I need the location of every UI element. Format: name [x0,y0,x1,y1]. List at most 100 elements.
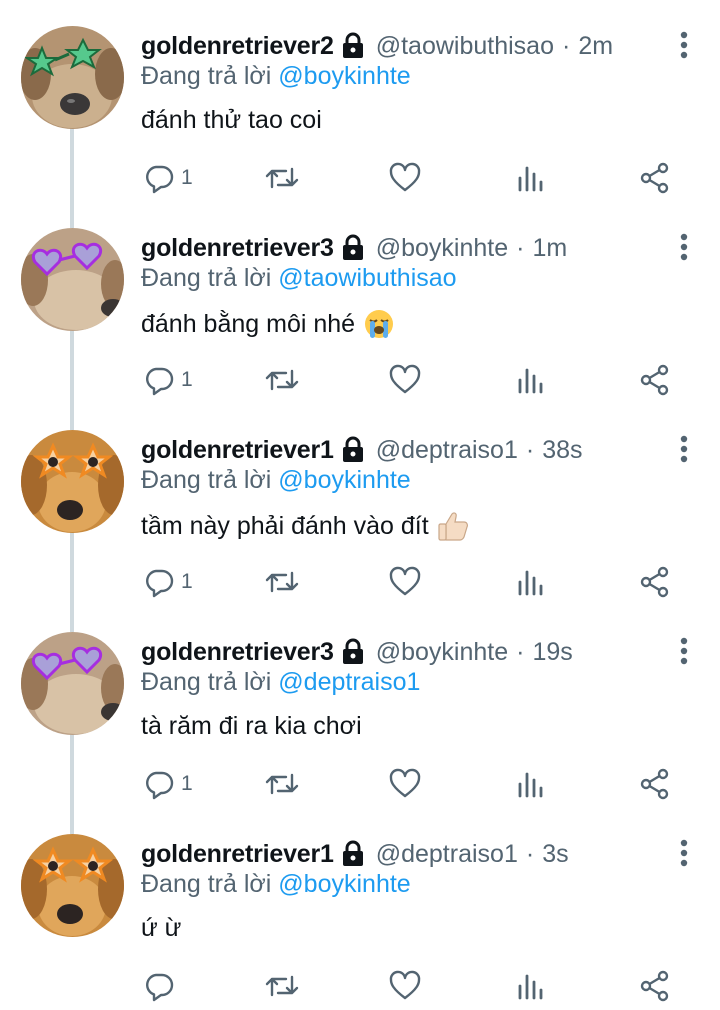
lock-icon [340,234,366,262]
reply-button[interactable]: 1 [143,362,193,398]
share-button[interactable] [639,564,671,600]
share-button[interactable] [639,160,671,196]
reply-count: 1 [181,772,193,795]
share-icon [640,768,669,800]
user-handle[interactable]: @boykinhte [376,234,508,263]
more-vertical-icon[interactable] [678,232,690,262]
display-name[interactable]: goldenretriever3 [141,234,334,263]
avatar[interactable] [21,834,124,937]
avatar[interactable] [21,430,124,533]
mention-link[interactable]: @taowibuthisao [278,264,456,292]
like-button[interactable] [389,160,421,196]
retweet-button[interactable] [264,766,300,802]
like-button[interactable] [389,564,421,600]
reply-button[interactable]: 1 [143,564,193,600]
analytics-button[interactable] [516,160,546,196]
reply-thread: goldenretriever2 @taowibuthisao · 2m Đan… [0,0,720,1008]
more-vertical-icon[interactable] [678,636,690,666]
display-name[interactable]: goldenretriever1 [141,436,334,465]
share-icon [640,566,669,598]
action-bar: 1 [0,160,720,196]
tweet[interactable]: goldenretriever3 @boykinhte · 1m Đang tr… [0,202,720,430]
user-handle[interactable]: @deptraiso1 [376,840,518,869]
tweet-header: goldenretriever1 @deptraiso1 · 3s [141,836,569,872]
like-icon [389,162,421,192]
replying-to-line: Đang trả lời @boykinhte [141,870,411,899]
timestamp[interactable]: 19s [532,638,572,667]
mention-link[interactable]: @deptraiso1 [278,668,420,696]
tweet-header: goldenretriever2 @taowibuthisao · 2m [141,28,613,64]
retweet-button[interactable] [264,564,300,600]
tweet-text: ứ ừ [141,914,181,943]
retweet-button[interactable] [264,160,300,196]
separator-dot: · [561,31,571,60]
replying-to-line: Đang trả lời @boykinhte [141,62,411,91]
dog-green-star-glasses-avatar [21,26,124,129]
user-handle[interactable]: @boykinhte [376,638,508,667]
tweet-header: goldenretriever3 @boykinhte · 1m [141,230,567,266]
tweet[interactable]: goldenretriever1 @deptraiso1 · 3s Đang t… [0,808,720,1010]
avatar[interactable] [21,632,124,735]
retweet-icon [265,571,299,593]
analytics-button[interactable] [516,362,546,398]
like-button[interactable] [389,766,421,802]
user-handle[interactable]: @deptraiso1 [376,436,518,465]
analytics-button[interactable] [516,766,546,802]
separator-dot: · [525,839,535,868]
separator-dot: · [516,233,525,262]
share-button[interactable] [639,362,671,398]
dog-orange-star-glasses-avatar [21,834,124,937]
action-bar: 1 [0,766,720,802]
more-vertical-icon[interactable] [678,30,690,60]
display-name[interactable]: goldenretriever3 [141,638,334,667]
retweet-button[interactable] [264,968,300,1004]
analytics-button[interactable] [516,564,546,600]
more-vertical-icon[interactable] [678,838,690,868]
replying-to-label: Đang trả lời [141,466,272,494]
reply-button[interactable] [143,968,181,1004]
analytics-icon [518,368,543,394]
timestamp[interactable]: 3s [542,840,568,869]
mention-link[interactable]: @boykinhte [278,62,410,90]
timestamp[interactable]: 38s [542,436,582,465]
mention-link[interactable]: @boykinhte [278,466,410,494]
replying-to-line: Đang trả lời @taowibuthisao [141,264,457,293]
reply-button[interactable]: 1 [143,160,193,196]
lock-icon [340,32,366,60]
dog-purple-heart-glasses-avatar [21,632,124,735]
retweet-icon [265,975,299,997]
like-button[interactable] [389,968,421,1004]
tweet-text-content: ứ ừ [141,914,182,942]
mention-link[interactable]: @boykinhte [278,870,410,898]
replying-to-label: Đang trả lời [141,62,272,90]
avatar[interactable] [21,228,124,331]
retweet-button[interactable] [264,362,300,398]
tweet-text: tầm này phải đánh vào đít [141,510,469,542]
tweet-text-content: tầm này phải đánh vào đít [141,511,429,540]
lock-icon [340,436,366,464]
avatar[interactable] [21,26,124,129]
timestamp[interactable]: 2m [578,32,613,61]
reply-button[interactable]: 1 [143,766,193,802]
dog-purple-heart-glasses-avatar [21,228,124,331]
more-vertical-icon[interactable] [678,434,690,464]
analytics-icon [518,974,543,1000]
timestamp[interactable]: 1m [532,234,567,263]
tweet-text: đánh bằng môi nhé [141,308,395,340]
action-bar [0,968,720,1004]
tweet[interactable]: goldenretriever2 @taowibuthisao · 2m Đan… [0,0,720,228]
analytics-button[interactable] [516,968,546,1004]
analytics-icon [518,166,543,192]
reply-count: 1 [181,166,193,189]
display-name[interactable]: goldenretriever1 [141,840,334,869]
like-button[interactable] [389,362,421,398]
share-button[interactable] [639,766,671,802]
share-button[interactable] [639,968,671,1004]
user-handle[interactable]: @taowibuthisao [376,32,554,61]
retweet-icon [265,773,299,795]
display-name[interactable]: goldenretriever2 [141,32,334,61]
tweet[interactable]: goldenretriever1 @deptraiso1 · 38s Đang … [0,404,720,632]
reply-icon [146,569,174,598]
tweet[interactable]: goldenretriever3 @boykinhte · 19s Đang t… [0,606,720,834]
action-bar: 1 [0,564,720,600]
